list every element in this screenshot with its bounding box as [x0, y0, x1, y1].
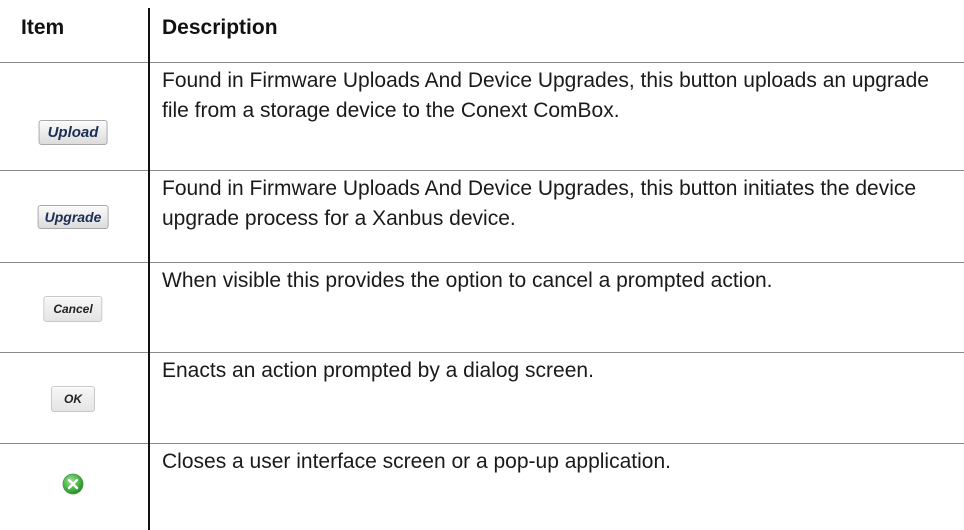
row-description: Enacts an action prompted by a dialog sc…: [162, 359, 594, 382]
table-row: Closes a user interface screen or a pop-…: [0, 443, 964, 530]
header-item: Item: [21, 16, 65, 39]
row-description: Closes a user interface screen or a pop-…: [162, 450, 671, 473]
table-header-row: Item Description: [0, 0, 964, 63]
upgrade-button[interactable]: Upgrade: [37, 205, 109, 229]
table-row: Upgrade Found in Firmware Uploads And De…: [0, 170, 964, 263]
header-description: Description: [162, 16, 278, 39]
cancel-button[interactable]: Cancel: [43, 296, 103, 322]
upload-button[interactable]: Upload: [38, 120, 108, 145]
row-description: Found in Firmware Uploads And Device Upg…: [162, 69, 929, 122]
ok-button[interactable]: OK: [51, 386, 95, 412]
table-row: Cancel When visible this provides the op…: [0, 262, 964, 353]
button-reference-table: Item Description Upload Found in Firmwar…: [0, 0, 964, 530]
row-description: Found in Firmware Uploads And Device Upg…: [162, 177, 917, 230]
column-divider: [148, 8, 150, 530]
table-row: Upload Found in Firmware Uploads And Dev…: [0, 62, 964, 171]
close-icon[interactable]: [62, 473, 84, 495]
table-row: OK Enacts an action prompted by a dialog…: [0, 352, 964, 444]
row-description: When visible this provides the option to…: [162, 269, 773, 292]
